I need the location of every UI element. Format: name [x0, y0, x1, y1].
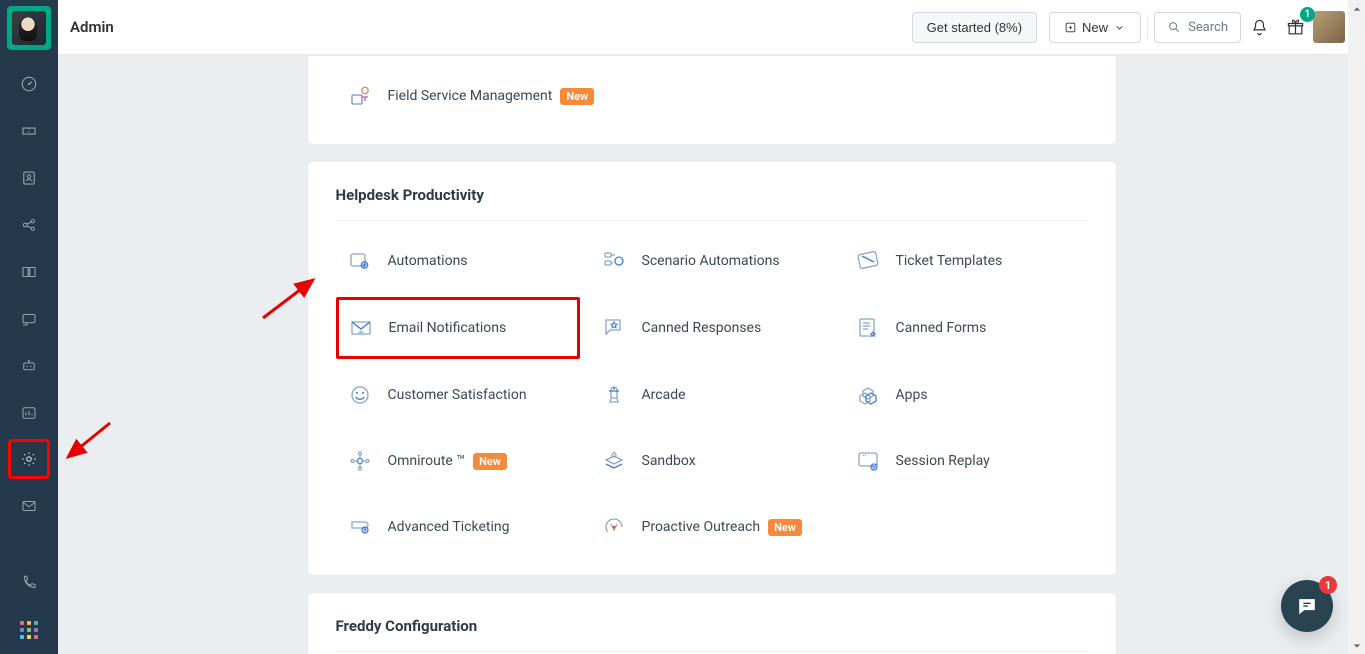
tile-label: Omniroute ™ New [388, 453, 507, 470]
new-badge: New [768, 519, 802, 536]
divider [1147, 15, 1148, 39]
scroll-track[interactable] [1348, 17, 1365, 637]
tile-label: Canned Forms [896, 320, 987, 336]
ticket-templates-icon [854, 247, 882, 275]
chevron-down-icon [1113, 21, 1126, 34]
apps-icon [854, 381, 882, 409]
email-notifications-icon [347, 314, 375, 342]
tile-sandbox[interactable]: Sandbox [590, 431, 834, 491]
field-service-management-icon [346, 82, 374, 110]
tile-label: Sandbox [642, 453, 696, 469]
tile-label: Field Service Management New [388, 88, 595, 105]
tile-label: Proactive Outreach New [642, 519, 802, 536]
tile-label: Session Replay [896, 453, 990, 469]
tile-omniroute[interactable]: Omniroute ™ New [336, 431, 580, 491]
section-title: Freddy Configuration [336, 617, 1088, 652]
automations-icon [346, 247, 374, 275]
sidebar-item-social[interactable] [0, 201, 58, 248]
chat-icon [1296, 595, 1318, 617]
canned-responses-icon [600, 314, 628, 342]
tile-ticket-templates[interactable]: Ticket Templates [844, 231, 1088, 291]
gift-icon [1286, 18, 1305, 37]
scroll-down-button[interactable] [1348, 637, 1365, 654]
new-badge: New [560, 88, 594, 105]
page-title: Admin [70, 18, 114, 36]
sidebar-item-solutions[interactable] [0, 248, 58, 295]
sidebar-item-contacts[interactable] [0, 154, 58, 201]
sidebar-item-phone[interactable] [0, 559, 58, 606]
new-badge: New [473, 453, 507, 470]
sidebar-nav [0, 60, 58, 653]
chat-launcher[interactable]: 1 [1281, 580, 1333, 632]
gift-badge: 1 [1300, 7, 1315, 22]
tile-apps[interactable]: Apps [844, 365, 1088, 425]
tile-label: Scenario Automations [642, 253, 780, 269]
page-scrollbar[interactable] [1348, 0, 1365, 654]
search-label: Search [1188, 20, 1228, 35]
sandbox-icon [600, 447, 628, 475]
proactive-outreach-icon [600, 513, 628, 541]
brand-avatar[interactable] [7, 6, 51, 50]
tile-proactive-outreach[interactable]: Proactive Outreach New [590, 497, 834, 557]
whats-new-button[interactable]: 1 [1277, 9, 1313, 45]
tile-label: Automations [388, 253, 468, 269]
main-content: Field Service Management New Helpdesk Pr… [58, 55, 1365, 654]
sidebar-item-bots[interactable] [0, 342, 58, 389]
tile-email-notifications[interactable]: Email Notifications [336, 297, 580, 359]
search-button[interactable]: Search [1154, 12, 1241, 43]
sidebar-item-dashboard[interactable] [0, 60, 58, 107]
tile-advanced-ticketing[interactable]: Advanced Ticketing [336, 497, 580, 557]
left-sidebar [0, 0, 58, 654]
sidebar-item-forums[interactable] [0, 295, 58, 342]
sidebar-item-reports[interactable] [0, 389, 58, 436]
tile-label: Arcade [642, 387, 686, 403]
chat-badge: 1 [1319, 576, 1337, 594]
canned-forms-icon [854, 314, 882, 342]
tile-label: Customer Satisfaction [388, 387, 527, 403]
tile-label: Canned Responses [642, 320, 762, 336]
apps-grid-icon [20, 621, 38, 639]
customer-satisfaction-icon [346, 381, 374, 409]
tile-arcade[interactable]: Arcade [590, 365, 834, 425]
sidebar-item-settings[interactable] [8, 439, 50, 479]
tile-label: Advanced Ticketing [388, 519, 510, 535]
tile-scenario-automations[interactable]: Scenario Automations [590, 231, 834, 291]
tile-field-service-management[interactable]: Field Service Management New [336, 66, 605, 126]
get-started-label: Get started (8%) [927, 20, 1022, 35]
user-avatar[interactable] [1313, 11, 1345, 43]
notifications-button[interactable] [1241, 9, 1277, 45]
tile-session-replay[interactable]: Session Replay [844, 431, 1088, 491]
brand-avatar-image [12, 11, 46, 45]
card-helpdesk-productivity: Helpdesk Productivity Automations Scenar… [307, 161, 1117, 576]
topbar: Admin Get started (8%) New Search 1 [58, 0, 1365, 55]
new-button[interactable]: New [1049, 12, 1141, 43]
tile-label: Apps [896, 387, 928, 403]
card-prev-tail: Field Service Management New [307, 55, 1117, 145]
tile-customer-satisfaction[interactable]: Customer Satisfaction [336, 365, 580, 425]
scroll-up-button[interactable] [1348, 0, 1365, 17]
sidebar-item-tickets[interactable] [0, 107, 58, 154]
settings-grid: Automations Scenario Automations Ticket … [336, 231, 1088, 557]
arcade-icon [600, 381, 628, 409]
session-replay-icon [854, 447, 882, 475]
bell-icon [1250, 18, 1269, 37]
card-freddy-configuration: Freddy Configuration Chatbots [307, 592, 1117, 654]
advanced-ticketing-icon [346, 513, 374, 541]
get-started-button[interactable]: Get started (8%) [912, 12, 1037, 43]
new-label: New [1082, 20, 1108, 35]
search-icon [1167, 20, 1181, 34]
tile-canned-responses[interactable]: Canned Responses [590, 297, 834, 359]
scenario-automations-icon [600, 247, 628, 275]
sidebar-item-apps-launcher[interactable] [0, 606, 58, 653]
tile-label: Email Notifications [389, 320, 507, 336]
tile-automations[interactable]: Automations [336, 231, 580, 291]
section-title: Helpdesk Productivity [336, 186, 1088, 221]
tile-canned-forms[interactable]: Canned Forms [844, 297, 1088, 359]
omniroute-icon [346, 447, 374, 475]
sidebar-item-mail[interactable] [0, 482, 58, 529]
plus-square-icon [1064, 21, 1077, 34]
tile-label: Ticket Templates [896, 253, 1003, 269]
